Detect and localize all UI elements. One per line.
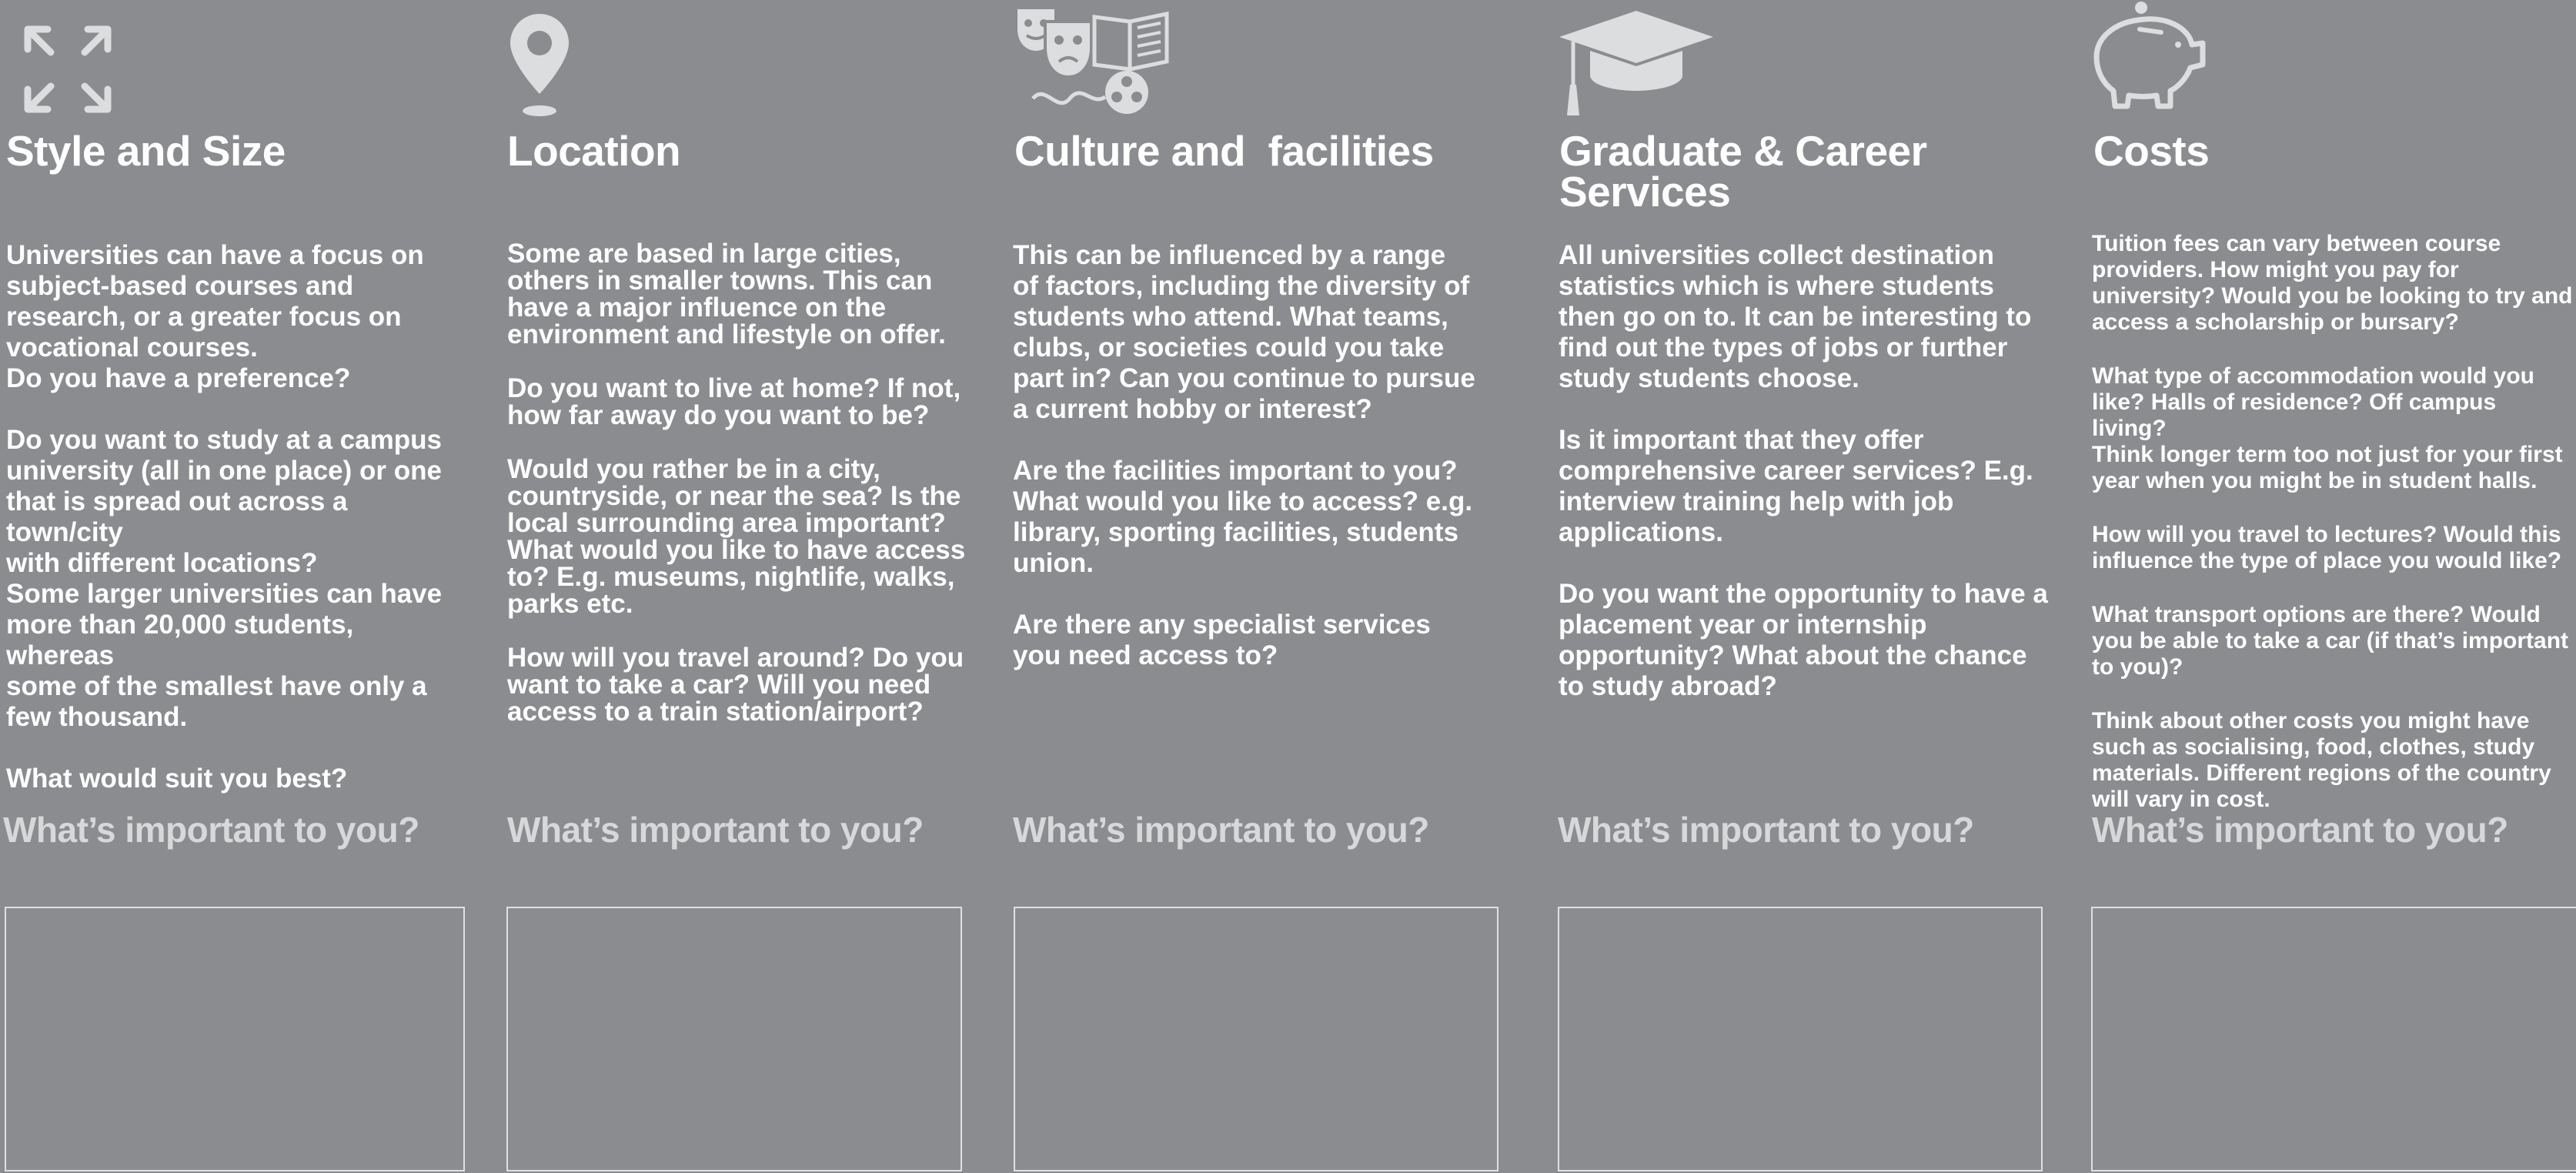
paragraph: What transport options are there? Would … <box>2092 602 2569 680</box>
culture-masks-film-book-icon <box>1014 6 1176 118</box>
column-body: All universities collect destination sta… <box>1559 240 2051 702</box>
column-body: Some are based in large cities, others i… <box>507 240 969 725</box>
paragraph: How will you travel to lectures? Would t… <box>2092 522 2562 573</box>
column-body: This can be influenced by a range of fac… <box>1013 240 1505 671</box>
paragraph: Are the facilities important to you? Wha… <box>1013 456 1473 578</box>
map-pin-icon <box>507 11 572 119</box>
answer-box-culture-and-facilities[interactable] <box>1014 907 1498 1171</box>
paragraph: What would suit you best? <box>6 764 348 794</box>
column-body: Universities can have a focus on subject… <box>6 240 468 794</box>
column-title: Culture and facilities <box>1014 127 1434 175</box>
paragraph: Are there any specialist services you ne… <box>1013 610 1431 670</box>
piggy-bank-icon <box>2093 0 2209 112</box>
column-title: Costs <box>2093 127 2210 175</box>
answer-box-graduate-career-services[interactable] <box>1558 907 2043 1171</box>
paragraph: Do you want to study at a campus univers… <box>6 425 443 732</box>
graduation-cap-icon <box>1559 8 1717 119</box>
paragraph: What type of accommodation would you lik… <box>2092 363 2563 493</box>
paragraph: Do you want to live at home? If not, how… <box>507 373 961 430</box>
column-body: Tuition fees can vary between course pro… <box>2092 231 2575 813</box>
column-title: Graduate & Career Services <box>1559 127 1927 216</box>
question-prompt: What’s important to you? <box>507 810 924 850</box>
question-prompt: What’s important to you? <box>2092 810 2508 850</box>
column-title: Location <box>507 127 681 175</box>
answer-box-location[interactable] <box>506 907 962 1171</box>
question-prompt: What’s important to you? <box>3 810 419 850</box>
paragraph: Would you rather be in a city, countrysi… <box>507 454 966 619</box>
answer-box-style-and-size[interactable] <box>5 907 465 1171</box>
expand-arrows-icon <box>22 23 114 115</box>
question-prompt: What’s important to you? <box>1558 810 1974 850</box>
paragraph: Think about other costs you might have s… <box>2092 708 2551 812</box>
column-title: Style and Size <box>6 127 286 175</box>
paragraph: Tuition fees can vary between course pro… <box>2092 231 2573 335</box>
paragraph: This can be influenced by a range of fac… <box>1013 240 1475 424</box>
answer-box-costs[interactable] <box>2091 907 2576 1171</box>
paragraph: Do you want the opportunity to have a pl… <box>1559 579 2048 701</box>
paragraph: Universities can have a focus on subject… <box>6 240 424 393</box>
question-prompt: What’s important to you? <box>1013 810 1429 850</box>
paragraph: Some are based in large cities, others i… <box>507 239 946 349</box>
paragraph: Is it important that they offer comprehe… <box>1559 425 2033 547</box>
paragraph: All universities collect destination sta… <box>1559 240 2032 393</box>
paragraph: How will you travel around? Do you want … <box>507 643 964 727</box>
